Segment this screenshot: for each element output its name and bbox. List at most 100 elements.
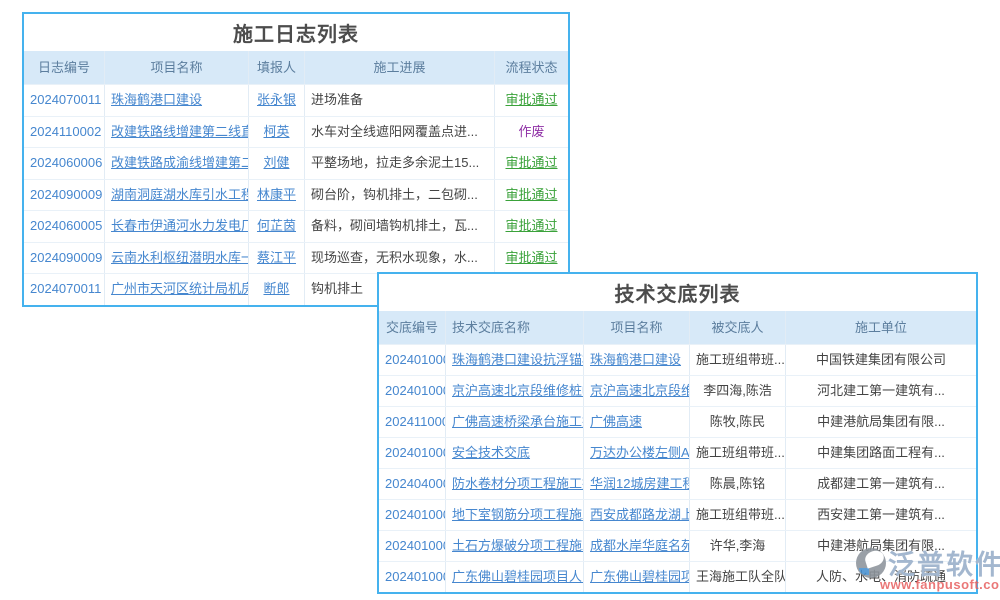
reporter-link[interactable]: 断郎 bbox=[249, 274, 305, 305]
construction-log-title: 施工日志列表 bbox=[233, 18, 359, 47]
disclosure-id-link[interactable]: 2024010002 bbox=[379, 500, 446, 530]
reporter-link[interactable]: 林康平 bbox=[249, 180, 305, 211]
status-link[interactable]: 审批通过 bbox=[495, 211, 568, 242]
vendor-watermark: 泛普软件 www.fanpusoft.com bbox=[856, 543, 1000, 592]
log-id-link[interactable]: 2024060006 bbox=[24, 148, 105, 179]
construction-log-title-bar: 施工日志列表 bbox=[24, 14, 568, 51]
receiver-text: 王海施工队全队 bbox=[690, 562, 786, 592]
table-row[interactable]: 2024090009湖南洞庭湖水库引水工程...林康平砌台阶，钩机排土，二包砌.… bbox=[24, 179, 568, 211]
project-name-link[interactable]: 华润12城房建工程... bbox=[584, 469, 690, 499]
project-name-link[interactable]: 广佛高速 bbox=[584, 407, 690, 437]
disclosure-id-link[interactable]: 2024110001 bbox=[379, 407, 446, 437]
status-link[interactable]: 审批通过 bbox=[495, 85, 568, 116]
construction-unit-text: 河北建工第一建筑有... bbox=[786, 376, 976, 406]
status-link[interactable]: 审批通过 bbox=[495, 180, 568, 211]
receiver-text: 施工班组带班... bbox=[690, 438, 786, 468]
fanpu-logo-icon bbox=[856, 548, 886, 578]
status-link[interactable]: 审批通过 bbox=[495, 148, 568, 179]
watermark-url-text: www.fanpusoft.com bbox=[880, 577, 1000, 592]
disclosure-name-link[interactable]: 安全技术交底 bbox=[446, 438, 584, 468]
status-link[interactable]: 作废 bbox=[495, 117, 568, 148]
receiver-text: 施工班组带班... bbox=[690, 345, 786, 375]
technical-disclosure-title: 技术交底列表 bbox=[615, 278, 741, 307]
table-row[interactable]: 2024060006改建铁路成渝线增建第二...刘健平整场地，拉走多余泥土15.… bbox=[24, 147, 568, 179]
log-id-link[interactable]: 2024090009 bbox=[24, 180, 105, 211]
column-header-construction-unit[interactable]: 施工单位 bbox=[786, 311, 976, 344]
technical-disclosure-header-row: 交底编号 技术交底名称 项目名称 被交底人 施工单位 bbox=[379, 311, 976, 344]
disclosure-id-link[interactable]: 2024010003 bbox=[379, 345, 446, 375]
table-row[interactable]: 2024010003安全技术交底万达办公楼左侧A...施工班组带班...中建集团… bbox=[379, 437, 976, 468]
reporter-link[interactable]: 刘健 bbox=[249, 148, 305, 179]
construction-unit-text: 成都建工第一建筑有... bbox=[786, 469, 976, 499]
construction-unit-text: 西安建工第一建筑有... bbox=[786, 500, 976, 530]
status-link[interactable]: 审批通过 bbox=[495, 243, 568, 274]
table-row[interactable]: 2024070011珠海鹤港口建设张永银进场准备审批通过 bbox=[24, 84, 568, 116]
table-row[interactable]: 2024010004京沪高速北京段维修桩帽...京沪高速北京段维修李四海,陈浩河… bbox=[379, 375, 976, 406]
column-header-reporter[interactable]: 填报人 bbox=[249, 51, 305, 84]
receiver-text: 陈牧,陈民 bbox=[690, 407, 786, 437]
column-header-project-name[interactable]: 项目名称 bbox=[584, 311, 690, 344]
progress-text: 水车对全线遮阳网覆盖点进... bbox=[305, 117, 495, 148]
disclosure-name-link[interactable]: 地下室钢筋分项工程施工... bbox=[446, 500, 584, 530]
receiver-text: 李四海,陈浩 bbox=[690, 376, 786, 406]
log-id-link[interactable]: 2024110002 bbox=[24, 117, 105, 148]
reporter-link[interactable]: 蔡江平 bbox=[249, 243, 305, 274]
project-name-link[interactable]: 改建铁路线增建第二线直... bbox=[105, 117, 249, 148]
construction-log-window: 施工日志列表 日志编号 项目名称 填报人 施工进展 流程状态 202407001… bbox=[22, 12, 570, 307]
reporter-link[interactable]: 张永银 bbox=[249, 85, 305, 116]
table-row[interactable]: 2024010003珠海鹤港口建设抗浮锚杆...珠海鹤港口建设施工班组带班...… bbox=[379, 344, 976, 375]
table-row[interactable]: 2024010002地下室钢筋分项工程施工...西安成都路龙湖上...施工班组带… bbox=[379, 499, 976, 530]
project-name-link[interactable]: 万达办公楼左侧A... bbox=[584, 438, 690, 468]
project-name-link[interactable]: 长春市伊通河水力发电厂... bbox=[105, 211, 249, 242]
table-row[interactable]: 2024090009云南水利枢纽潜明水库一...蔡江平现场巡查，无积水现象，水.… bbox=[24, 242, 568, 274]
disclosure-id-link[interactable]: 2024040001 bbox=[379, 469, 446, 499]
log-id-link[interactable]: 2024070011 bbox=[24, 85, 105, 116]
project-name-link[interactable]: 云南水利枢纽潜明水库一... bbox=[105, 243, 249, 274]
project-name-link[interactable]: 广东佛山碧桂园项目 bbox=[584, 562, 690, 592]
column-header-receiver[interactable]: 被交底人 bbox=[690, 311, 786, 344]
project-name-link[interactable]: 京沪高速北京段维修 bbox=[584, 376, 690, 406]
disclosure-name-link[interactable]: 珠海鹤港口建设抗浮锚杆... bbox=[446, 345, 584, 375]
project-name-link[interactable]: 珠海鹤港口建设 bbox=[584, 345, 690, 375]
disclosure-id-link[interactable]: 2024010004 bbox=[379, 376, 446, 406]
column-header-project-name[interactable]: 项目名称 bbox=[105, 51, 249, 84]
construction-log-header-row: 日志编号 项目名称 填报人 施工进展 流程状态 bbox=[24, 51, 568, 84]
progress-text: 平整场地，拉走多余泥土15... bbox=[305, 148, 495, 179]
construction-unit-text: 中建港航局集团有限... bbox=[786, 407, 976, 437]
log-id-link[interactable]: 2024070011 bbox=[24, 274, 105, 305]
project-name-link[interactable]: 湖南洞庭湖水库引水工程... bbox=[105, 180, 249, 211]
column-header-log-id[interactable]: 日志编号 bbox=[24, 51, 105, 84]
log-id-link[interactable]: 2024090009 bbox=[24, 243, 105, 274]
receiver-text: 施工班组带班... bbox=[690, 500, 786, 530]
table-row[interactable]: 2024040001防水卷材分项工程施工技...华润12城房建工程...陈晨,陈… bbox=[379, 468, 976, 499]
project-name-link[interactable]: 珠海鹤港口建设 bbox=[105, 85, 249, 116]
project-name-link[interactable]: 改建铁路成渝线增建第二... bbox=[105, 148, 249, 179]
disclosure-name-link[interactable]: 广佛高速桥梁承台施工技... bbox=[446, 407, 584, 437]
table-row[interactable]: 2024060005长春市伊通河水力发电厂...何芷茵备料，砌间墙钩机排土，瓦.… bbox=[24, 210, 568, 242]
disclosure-name-link[interactable]: 京沪高速北京段维修桩帽... bbox=[446, 376, 584, 406]
column-header-disclosure-name[interactable]: 技术交底名称 bbox=[446, 311, 584, 344]
construction-unit-text: 中国铁建集团有限公司 bbox=[786, 345, 976, 375]
progress-text: 进场准备 bbox=[305, 85, 495, 116]
reporter-link[interactable]: 何芷茵 bbox=[249, 211, 305, 242]
progress-text: 砌台阶，钩机排土，二包砌... bbox=[305, 180, 495, 211]
disclosure-id-link[interactable]: 2024010003 bbox=[379, 438, 446, 468]
disclosure-name-link[interactable]: 防水卷材分项工程施工技... bbox=[446, 469, 584, 499]
disclosure-name-link[interactable]: 土石方爆破分项工程施工... bbox=[446, 531, 584, 561]
project-name-link[interactable]: 广州市天河区统计局机房... bbox=[105, 274, 249, 305]
project-name-link[interactable]: 成都水岸华庭名苑... bbox=[584, 531, 690, 561]
receiver-text: 陈晨,陈铭 bbox=[690, 469, 786, 499]
project-name-link[interactable]: 西安成都路龙湖上... bbox=[584, 500, 690, 530]
table-row[interactable]: 2024110002改建铁路线增建第二线直...柯英水车对全线遮阳网覆盖点进..… bbox=[24, 116, 568, 148]
table-row[interactable]: 2024110001广佛高速桥梁承台施工技...广佛高速陈牧,陈民中建港航局集团… bbox=[379, 406, 976, 437]
column-header-disclosure-id[interactable]: 交底编号 bbox=[379, 311, 446, 344]
receiver-text: 许华,李海 bbox=[690, 531, 786, 561]
disclosure-id-link[interactable]: 2024010001 bbox=[379, 562, 446, 592]
log-id-link[interactable]: 2024060005 bbox=[24, 211, 105, 242]
disclosure-id-link[interactable]: 2024010002 bbox=[379, 531, 446, 561]
column-header-progress[interactable]: 施工进展 bbox=[305, 51, 495, 84]
disclosure-name-link[interactable]: 广东佛山碧桂园项目人防... bbox=[446, 562, 584, 592]
progress-text: 现场巡查，无积水现象，水... bbox=[305, 243, 495, 274]
column-header-status[interactable]: 流程状态 bbox=[495, 51, 568, 84]
reporter-link[interactable]: 柯英 bbox=[249, 117, 305, 148]
